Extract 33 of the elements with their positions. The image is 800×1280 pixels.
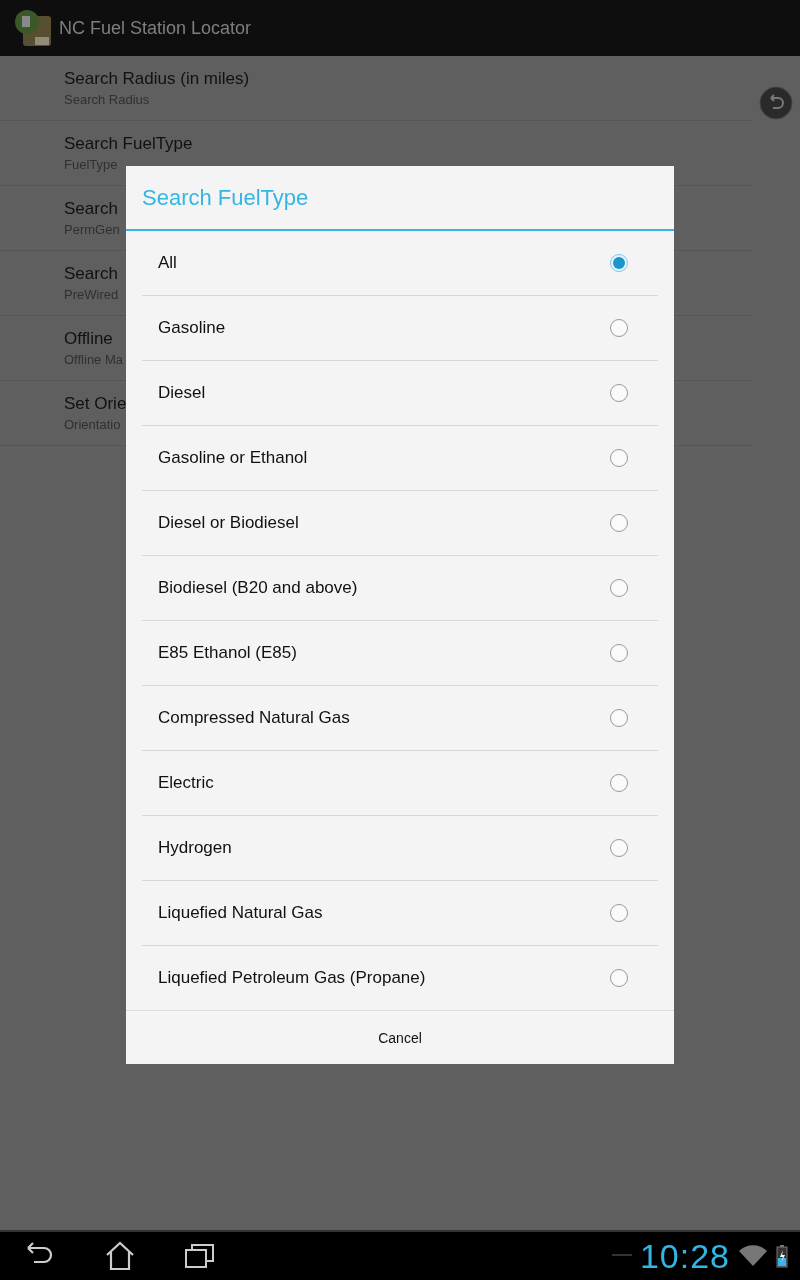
fuel-option[interactable]: Electric <box>142 751 658 816</box>
radio-button[interactable] <box>610 384 628 402</box>
fuel-option[interactable]: All <box>142 231 658 296</box>
radio-button[interactable] <box>610 644 628 662</box>
radio-button[interactable] <box>610 839 628 857</box>
radio-button[interactable] <box>610 514 628 532</box>
app-logo-icon <box>13 8 53 48</box>
fuel-option[interactable]: Diesel or Biodiesel <box>142 491 658 556</box>
radio-button[interactable] <box>610 709 628 727</box>
fuel-option[interactable]: Gasoline or Ethanol <box>142 426 658 491</box>
fuel-option[interactable]: Gasoline <box>142 296 658 361</box>
radio-button[interactable] <box>610 579 628 597</box>
clock-time: 10:28 <box>639 1236 730 1276</box>
fuel-option[interactable]: Liquefied Natural Gas <box>142 881 658 946</box>
recent-apps-icon[interactable] <box>184 1242 216 1270</box>
radio-button[interactable] <box>610 319 628 337</box>
radio-button[interactable] <box>610 254 628 272</box>
fuel-option[interactable]: E85 Ethanol (E85) <box>142 621 658 686</box>
fuel-option[interactable]: Hydrogen <box>142 816 658 881</box>
radio-button[interactable] <box>610 449 628 467</box>
fuel-option[interactable]: Compressed Natural Gas <box>142 686 658 751</box>
app-title: NC Fuel Station Locator <box>59 17 252 39</box>
radio-button[interactable] <box>610 774 628 792</box>
home-icon[interactable] <box>104 1241 136 1271</box>
radio-button[interactable] <box>610 969 628 987</box>
dialog-title: Search FuelType <box>126 166 674 231</box>
fuel-option[interactable]: Biodiesel (B20 and above) <box>142 556 658 621</box>
undo-icon[interactable] <box>759 86 793 120</box>
battery-icon <box>776 1244 788 1268</box>
wifi-icon <box>738 1245 768 1267</box>
fuel-option[interactable]: Diesel <box>142 361 658 426</box>
radio-button[interactable] <box>610 904 628 922</box>
dash-icon <box>611 1254 632 1258</box>
